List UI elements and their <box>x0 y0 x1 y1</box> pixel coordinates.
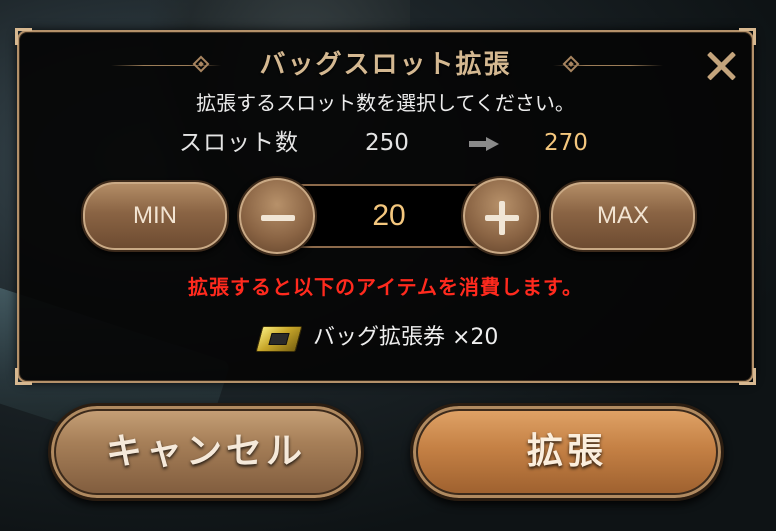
arrow-right-icon <box>469 137 499 151</box>
corner-ornament <box>739 28 756 45</box>
slot-count-row: スロット数 250 270 <box>19 128 752 158</box>
new-slot-count: 270 <box>544 130 588 156</box>
cost-item-label: バッグ拡張券 ×20 <box>313 325 499 350</box>
instruction-text: 拡張するスロット数を選択してください。 <box>196 91 575 115</box>
cancel-button[interactable]: キャンセル <box>48 403 364 501</box>
ticket-icon <box>255 326 303 352</box>
plus-icon-vertical <box>499 201 505 235</box>
cost-item-row: バッグ拡張券 ×20 <box>19 320 752 356</box>
bag-slot-expand-dialog: バッグスロット拡張 拡張するスロット数を選択してください。 スロット数 250 … <box>15 28 756 385</box>
close-icon[interactable] <box>702 46 742 86</box>
current-slot-count: 250 <box>365 130 409 156</box>
corner-ornament <box>15 368 32 385</box>
expand-button[interactable]: 拡張 <box>410 403 724 501</box>
max-button[interactable]: MAX <box>549 180 697 252</box>
min-button[interactable]: MIN <box>81 180 229 252</box>
title-row: バッグスロット拡張 <box>19 46 752 86</box>
title-divider-right <box>553 65 663 66</box>
corner-ornament <box>15 28 32 45</box>
decrement-button[interactable] <box>237 176 317 256</box>
corner-ornament <box>739 368 756 385</box>
increment-button[interactable] <box>461 176 541 256</box>
minus-icon <box>261 215 295 221</box>
consumption-warning: 拡張すると以下のアイテムを消費します。 <box>188 275 583 299</box>
slot-count-label: スロット数 <box>179 130 299 156</box>
